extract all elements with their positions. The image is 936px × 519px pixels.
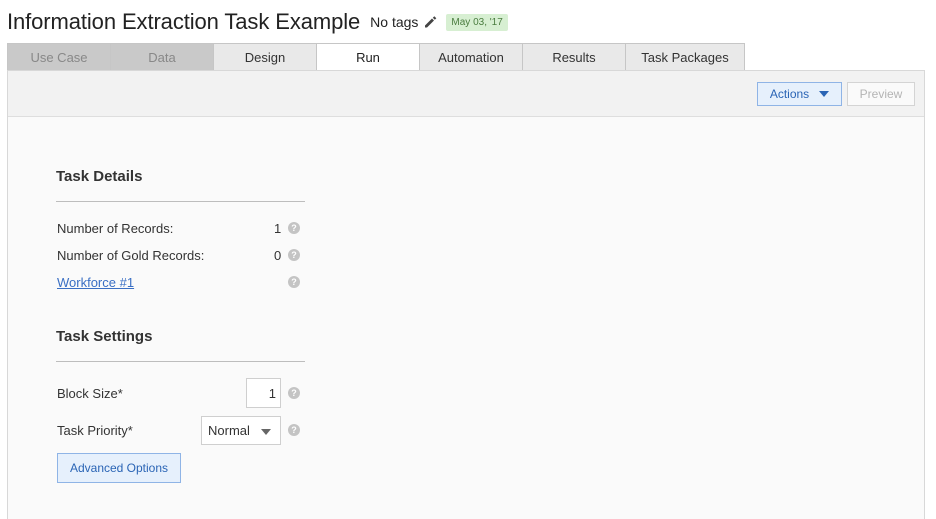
task-priority-label: Task Priority* <box>57 423 133 438</box>
chevron-down-icon <box>261 429 271 435</box>
help-icon[interactable]: ? <box>288 424 300 436</box>
tab-automation[interactable]: Automation <box>419 43 522 71</box>
toolbar: Actions Preview <box>8 71 924 117</box>
date-badge: May 03, '17 <box>446 13 508 31</box>
help-icon[interactable]: ? <box>288 222 300 234</box>
run-panel: Actions Preview Task Details Number of R… <box>7 70 925 519</box>
actions-button[interactable]: Actions <box>757 82 842 106</box>
page-title: Information Extraction Task Example <box>7 9 361 34</box>
tab-task-packages[interactable]: Task Packages <box>625 43 745 71</box>
task-settings-title: Task Settings <box>56 328 153 345</box>
actions-button-label: Actions <box>769 87 810 101</box>
records-label: Number of Records: <box>57 221 174 236</box>
block-size-label: Block Size* <box>57 386 123 401</box>
tab-results[interactable]: Results <box>522 43 625 71</box>
advanced-options-button[interactable]: Advanced Options <box>57 453 181 483</box>
tags-label[interactable]: No tags <box>370 14 418 30</box>
tab-bar: Use Case Data Design Run Automation Resu… <box>7 43 745 71</box>
pencil-icon[interactable] <box>423 15 437 29</box>
page-header: Information Extraction Task Example No t… <box>7 8 508 36</box>
help-icon[interactable]: ? <box>288 387 300 399</box>
task-details-title: Task Details <box>56 168 143 185</box>
task-priority-value: Normal <box>208 423 250 438</box>
block-size-input[interactable]: 1 <box>246 378 281 408</box>
gold-records-label: Number of Gold Records: <box>57 248 205 263</box>
tab-data[interactable]: Data <box>110 43 213 71</box>
gold-records-value: 0 <box>274 248 282 263</box>
tab-design[interactable]: Design <box>213 43 316 71</box>
workforce-link[interactable]: Workforce #1 <box>57 275 134 290</box>
divider <box>56 201 305 202</box>
preview-button[interactable]: Preview <box>847 82 915 106</box>
tab-use-case[interactable]: Use Case <box>7 43 110 71</box>
help-icon[interactable]: ? <box>288 249 300 261</box>
divider <box>56 361 305 362</box>
tab-run[interactable]: Run <box>316 43 419 71</box>
help-icon[interactable]: ? <box>288 276 300 288</box>
caret-down-icon <box>819 91 830 97</box>
records-value: 1 <box>274 221 282 236</box>
task-priority-select[interactable]: Normal <box>201 416 281 445</box>
